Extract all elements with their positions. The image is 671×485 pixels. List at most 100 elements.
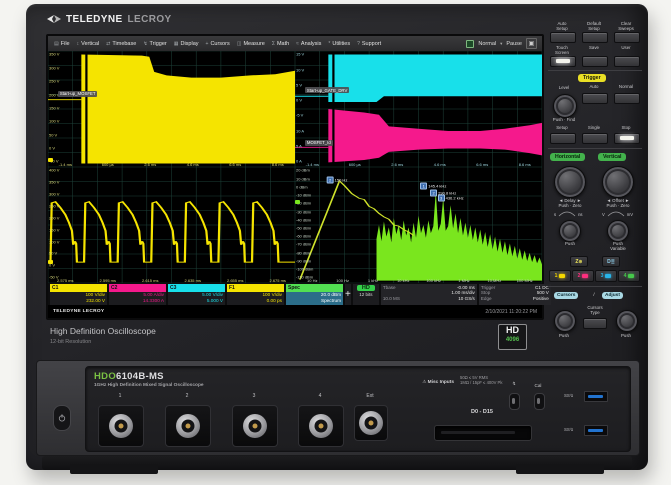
usb-port-2[interactable]: [584, 425, 608, 436]
zoom-button[interactable]: Z⊕: [570, 256, 588, 267]
menu-item-vertical[interactable]: ↕Vertical: [77, 41, 100, 47]
menu-item-display[interactable]: ▦Display: [174, 41, 199, 47]
descriptor-line2: 0.00 ps: [229, 298, 282, 304]
x-axis-label: 1 MHz: [458, 278, 470, 283]
horizontal-scale-knob[interactable]: [559, 220, 581, 242]
menu-item-timebase[interactable]: ⇄Timebase: [106, 41, 136, 47]
tbase-samples: 10.0 MS: [383, 296, 400, 302]
stop-button[interactable]: [614, 133, 640, 144]
setup-button[interactable]: [550, 133, 576, 144]
x-axis-label: 2.615 ms: [142, 278, 158, 283]
descriptor-header: C2: [109, 284, 166, 292]
single-button[interactable]: [582, 133, 608, 144]
add-trace-button[interactable]: +: [345, 284, 351, 305]
bnc-input-2[interactable]: [165, 405, 211, 447]
pause-button[interactable]: Pause: [506, 41, 522, 47]
clear-sweeps-button[interactable]: [614, 32, 640, 43]
quadrant-startup-voltage: 350 V300 V250 V200 V150 V100 V50 V0 V-50…: [48, 51, 295, 167]
menu-item-measure[interactable]: ◫Measure: [237, 41, 265, 47]
x-axis-label: 4.6 ms: [187, 162, 199, 167]
model-prefix: HDO: [94, 371, 116, 382]
aux-out-port: [509, 393, 520, 410]
user-button[interactable]: [614, 56, 640, 67]
menu-item-label: Cursors: [210, 41, 229, 47]
descriptor-f1[interactable]: F1100 V/div0.00 ps: [227, 284, 284, 305]
adjust-section-label: Adjust: [602, 292, 623, 299]
descriptor-c3[interactable]: C35.00 V/div5.000 V: [168, 284, 225, 305]
y-axis-label: 100 V: [49, 119, 59, 124]
cal-port: [534, 393, 545, 410]
digital-button[interactable]: D≣: [602, 256, 620, 267]
y-axis-label: 400 V: [49, 168, 59, 173]
descriptor-c1[interactable]: C1100 V/div232.00 V: [50, 284, 107, 305]
x-axis-label: -1.4 ms: [306, 162, 319, 167]
normal-checkbox-icon[interactable]: [466, 40, 474, 48]
x-axis-label: 2.635 ms: [185, 278, 201, 283]
normal-button[interactable]: [614, 93, 640, 104]
x-axis-label: 10 Hz: [307, 278, 317, 283]
menu-item-analysis[interactable]: ≈Analysis: [296, 41, 321, 47]
cursors-adjust-separator: /: [590, 293, 598, 298]
channel-3-button[interactable]: 3: [595, 270, 617, 282]
bnc-input-4[interactable]: [298, 405, 344, 447]
timebase-icon: ⇄: [106, 41, 110, 47]
adjust-knob[interactable]: [616, 310, 638, 332]
menu-item-math[interactable]: ΣMath: [272, 41, 289, 47]
auto-setup-button[interactable]: [550, 32, 576, 43]
trigger-descriptor[interactable]: TriggerC1 DC Stop500 V EdgePositive: [479, 284, 551, 305]
vertical-offset-knob[interactable]: [602, 166, 634, 198]
front-panel-controls: AutoSetupDefaultSetupClearSweepsTouchScr…: [546, 14, 644, 358]
x-axis-label: 100 MHz: [517, 278, 533, 283]
trigger-mode-label[interactable]: Normal: [478, 41, 496, 47]
peak-marker-number: 3: [438, 195, 445, 202]
channel-1-button[interactable]: 1: [549, 270, 571, 282]
y-axis-label: 350 V: [49, 52, 59, 57]
screen-tool-button[interactable]: ▣: [526, 38, 537, 49]
channel-2-button[interactable]: 2: [572, 270, 594, 282]
trigger-level-knob[interactable]: [553, 94, 577, 118]
y-axis-label: 10 A: [296, 128, 304, 133]
descriptor-values: 5.00 V/div5.000 V: [168, 292, 225, 305]
bnc-input-3[interactable]: [232, 405, 278, 447]
default-setup-button[interactable]: [582, 32, 608, 43]
menu-item-support[interactable]: ?Support: [357, 41, 381, 47]
menu-item-trigger[interactable]: ↯Trigger: [143, 41, 166, 47]
menu-item-label: Utilities: [332, 41, 350, 47]
timebase-descriptor[interactable]: Tbase-0.00 ms 1.00 ms/div 10.0 MS10 GS/s: [381, 284, 477, 305]
descriptor-header: C1: [50, 284, 107, 292]
save-button-label: Save: [580, 46, 608, 51]
descriptor-header: C3: [168, 284, 225, 292]
menu-item-file[interactable]: ▤File: [54, 41, 70, 47]
clock: 2/10/2021 11:20:22 PM: [485, 309, 537, 315]
bnc-input-1[interactable]: [98, 405, 144, 447]
auto-button[interactable]: [582, 93, 608, 104]
vertical-variable-label: Variable: [596, 247, 640, 252]
vertical-knob-push-caption: Push · Zero: [596, 204, 640, 209]
y-axis-label: 20 dBm: [296, 168, 310, 173]
menu-item-cursors[interactable]: +Cursors: [206, 41, 230, 47]
x-axis-label: 600 µs: [102, 162, 114, 167]
descriptor-line2: 14.3300 A: [111, 298, 164, 304]
menu-item-utilities[interactable]: *Utilities: [328, 41, 350, 47]
analysis-icon: ≈: [296, 41, 299, 47]
usb-port-1[interactable]: [584, 391, 608, 402]
touch-screen-button[interactable]: [550, 56, 576, 67]
y-axis-label: 10 dBm: [296, 176, 310, 181]
screen-footer: TELEDYNE LECROY 2/10/2021 11:20:22 PM: [48, 305, 542, 318]
save-button[interactable]: [582, 56, 608, 67]
vertical-scale-knob[interactable]: [607, 220, 629, 242]
horizontal-delay-knob[interactable]: [554, 166, 586, 198]
cursors-type-button[interactable]: [583, 318, 607, 329]
cursors-knob[interactable]: [554, 310, 576, 332]
y-axis-label: 300 V: [49, 192, 59, 197]
bnc-input-ext[interactable]: [354, 405, 388, 441]
descriptor-right: HD 12 bits Tbase-0.00 ms 1.00 ms/div 10.…: [353, 284, 551, 305]
x-axis-label: 4.6 ms: [434, 162, 446, 167]
peak-marker: 1145.4 kHz: [420, 182, 446, 189]
power-button[interactable]: [53, 405, 71, 431]
descriptor-c2[interactable]: C25.00 A/div14.3300 A: [109, 284, 166, 305]
channel-4-button[interactable]: 4: [618, 270, 640, 282]
trigger-icon: ↯: [143, 41, 147, 47]
descriptor-spec[interactable]: Spec20.0 dBmSpectrum: [286, 284, 343, 305]
y-axis-label: -70 dBm: [296, 242, 311, 247]
